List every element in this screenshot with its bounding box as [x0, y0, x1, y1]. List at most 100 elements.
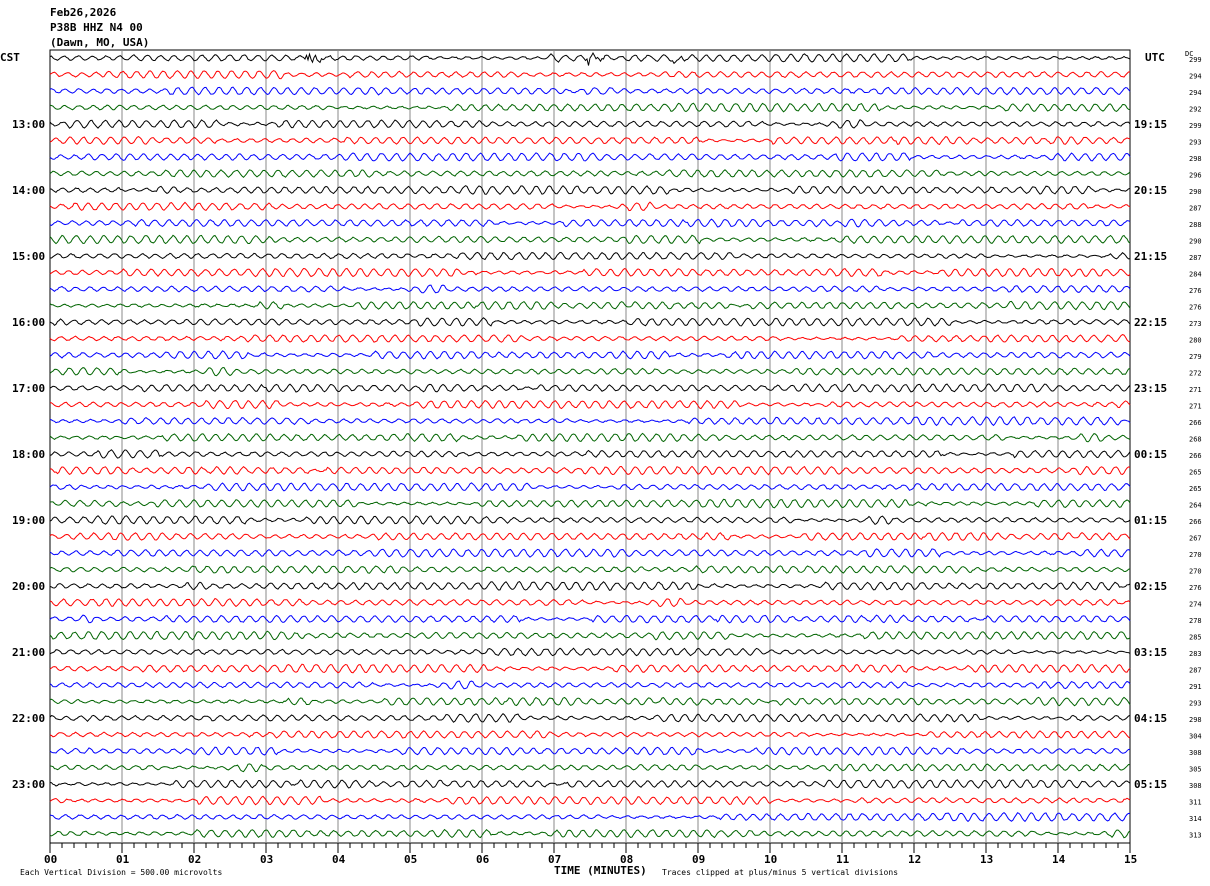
x-tick-label: 00 [44, 853, 57, 866]
trace-11 [49, 234, 1131, 245]
trace-5 [49, 136, 1131, 146]
dc-offset-label: 285 [1189, 634, 1202, 642]
left-timezone-label: CST [0, 51, 20, 64]
dc-offset-label: 266 [1189, 452, 1202, 460]
x-tick-label: 08 [620, 853, 633, 866]
clip-note: Traces clipped at plus/minus 5 vertical … [662, 868, 898, 877]
dc-offset-label: 266 [1189, 518, 1202, 526]
left-hour-label: 19:00 [12, 514, 45, 527]
dc-offset-label: 305 [1189, 766, 1202, 774]
trace-10 [49, 218, 1131, 228]
trace-32 [49, 580, 1131, 592]
x-tick-label: 06 [476, 853, 490, 866]
dc-offset-label: 268 [1189, 436, 1202, 444]
dc-offset-label: 313 [1189, 832, 1202, 840]
trace-13 [49, 267, 1131, 278]
right-hour-label: 02:15 [1134, 580, 1167, 593]
trace-23 [49, 432, 1131, 443]
x-tick-label: 11 [836, 853, 850, 866]
dc-offset-label: 288 [1189, 221, 1202, 229]
trace-39 [49, 696, 1131, 707]
station-title: P38B HHZ N4 00 [50, 21, 143, 34]
left-hour-label: 18:00 [12, 448, 45, 461]
trace-30 [49, 548, 1131, 558]
trace-33 [49, 597, 1131, 608]
dc-offset-label: 270 [1189, 568, 1202, 576]
trace-34 [49, 614, 1131, 624]
left-hour-label: 22:00 [12, 712, 45, 725]
trace-4 [49, 119, 1131, 129]
left-hour-label: 21:00 [12, 646, 45, 659]
trace-38 [49, 680, 1131, 690]
x-tick-label: 02 [188, 853, 201, 866]
dc-offset-label: 304 [1189, 733, 1202, 741]
x-tick-label: 10 [764, 853, 777, 866]
right-hour-label: 01:15 [1134, 514, 1167, 527]
dc-offset-label: 293 [1189, 700, 1202, 708]
dc-offset-label: 294 [1189, 73, 1202, 81]
dc-offset-label: 270 [1189, 551, 1202, 559]
trace-42 [49, 746, 1131, 756]
trace-27 [49, 498, 1131, 509]
trace-47 [49, 828, 1131, 839]
dc-offset-label: 287 [1189, 667, 1202, 675]
dc-offset-label: 271 [1189, 403, 1202, 411]
scale-note: Each Vertical Division = 500.00 microvol… [20, 868, 222, 877]
dc-offset-label: 296 [1189, 172, 1202, 180]
trace-1 [49, 70, 1131, 80]
right-hour-label: 23:15 [1134, 382, 1167, 395]
right-hour-label: 00:15 [1134, 448, 1167, 461]
trace-40 [49, 713, 1131, 723]
trace-14 [49, 284, 1131, 294]
helicorder-chart: Feb26,2026 P38B HHZ N4 00 (Dawn, MO, USA… [0, 0, 1210, 886]
dc-offset-label: 264 [1189, 502, 1202, 510]
dc-offset-label: 271 [1189, 386, 1202, 394]
x-tick-label: 12 [908, 853, 921, 866]
trace-7 [49, 169, 1131, 178]
dc-offset-label: 314 [1189, 815, 1202, 823]
left-hour-label: 16:00 [12, 316, 45, 329]
trace-2 [49, 86, 1131, 96]
dc-offset-label: 291 [1189, 683, 1202, 691]
plot-frame [49, 49, 1131, 844]
left-hour-label: 20:00 [12, 580, 45, 593]
dc-offset-label: 299 [1189, 122, 1202, 130]
right-hour-label: 19:15 [1134, 118, 1167, 131]
dc-offset-label: 273 [1189, 320, 1202, 328]
x-tick-label: 01 [116, 853, 130, 866]
dc-offset-label: 276 [1189, 287, 1202, 295]
dc-offset-label: 308 [1189, 782, 1202, 790]
trace-18 [49, 350, 1131, 360]
right-hour-label: 21:15 [1134, 250, 1167, 263]
dc-offset-label: 287 [1189, 205, 1202, 213]
dc-offset-label: 283 [1189, 650, 1202, 658]
trace-35 [49, 630, 1131, 641]
x-tick-label: 04 [332, 853, 346, 866]
x-tick-label: 07 [548, 853, 561, 866]
trace-37 [49, 663, 1131, 674]
trace-36 [49, 647, 1131, 657]
dc-offset-label: 298 [1189, 716, 1202, 724]
dc-offset-label: 272 [1189, 370, 1202, 378]
right-hour-label: 03:15 [1134, 646, 1167, 659]
x-tick-label: 03 [260, 853, 273, 866]
x-tick-label: 15 [1124, 853, 1137, 866]
dc-offset-label: 280 [1189, 337, 1202, 345]
x-tick-label: 13 [980, 853, 993, 866]
trace-8 [49, 185, 1131, 195]
right-hour-label: 04:15 [1134, 712, 1167, 725]
trace-0 [49, 51, 1131, 66]
dc-offset-label: 294 [1189, 89, 1202, 97]
right-hour-label: 05:15 [1134, 778, 1167, 791]
dc-offset-label: 290 [1189, 238, 1202, 246]
dc-offset-label: 290 [1189, 188, 1202, 196]
trace-3 [49, 102, 1131, 113]
trace-17 [49, 334, 1131, 343]
helicorder-svg: Feb26,2026 P38B HHZ N4 00 (Dawn, MO, USA… [0, 6, 1202, 877]
dc-offset-label: 299 [1189, 56, 1202, 64]
left-hour-label: 14:00 [12, 184, 45, 197]
trace-20 [49, 383, 1131, 393]
dc-offset-label: 276 [1189, 304, 1202, 312]
trace-22 [49, 415, 1131, 427]
trace-16 [49, 317, 1131, 327]
